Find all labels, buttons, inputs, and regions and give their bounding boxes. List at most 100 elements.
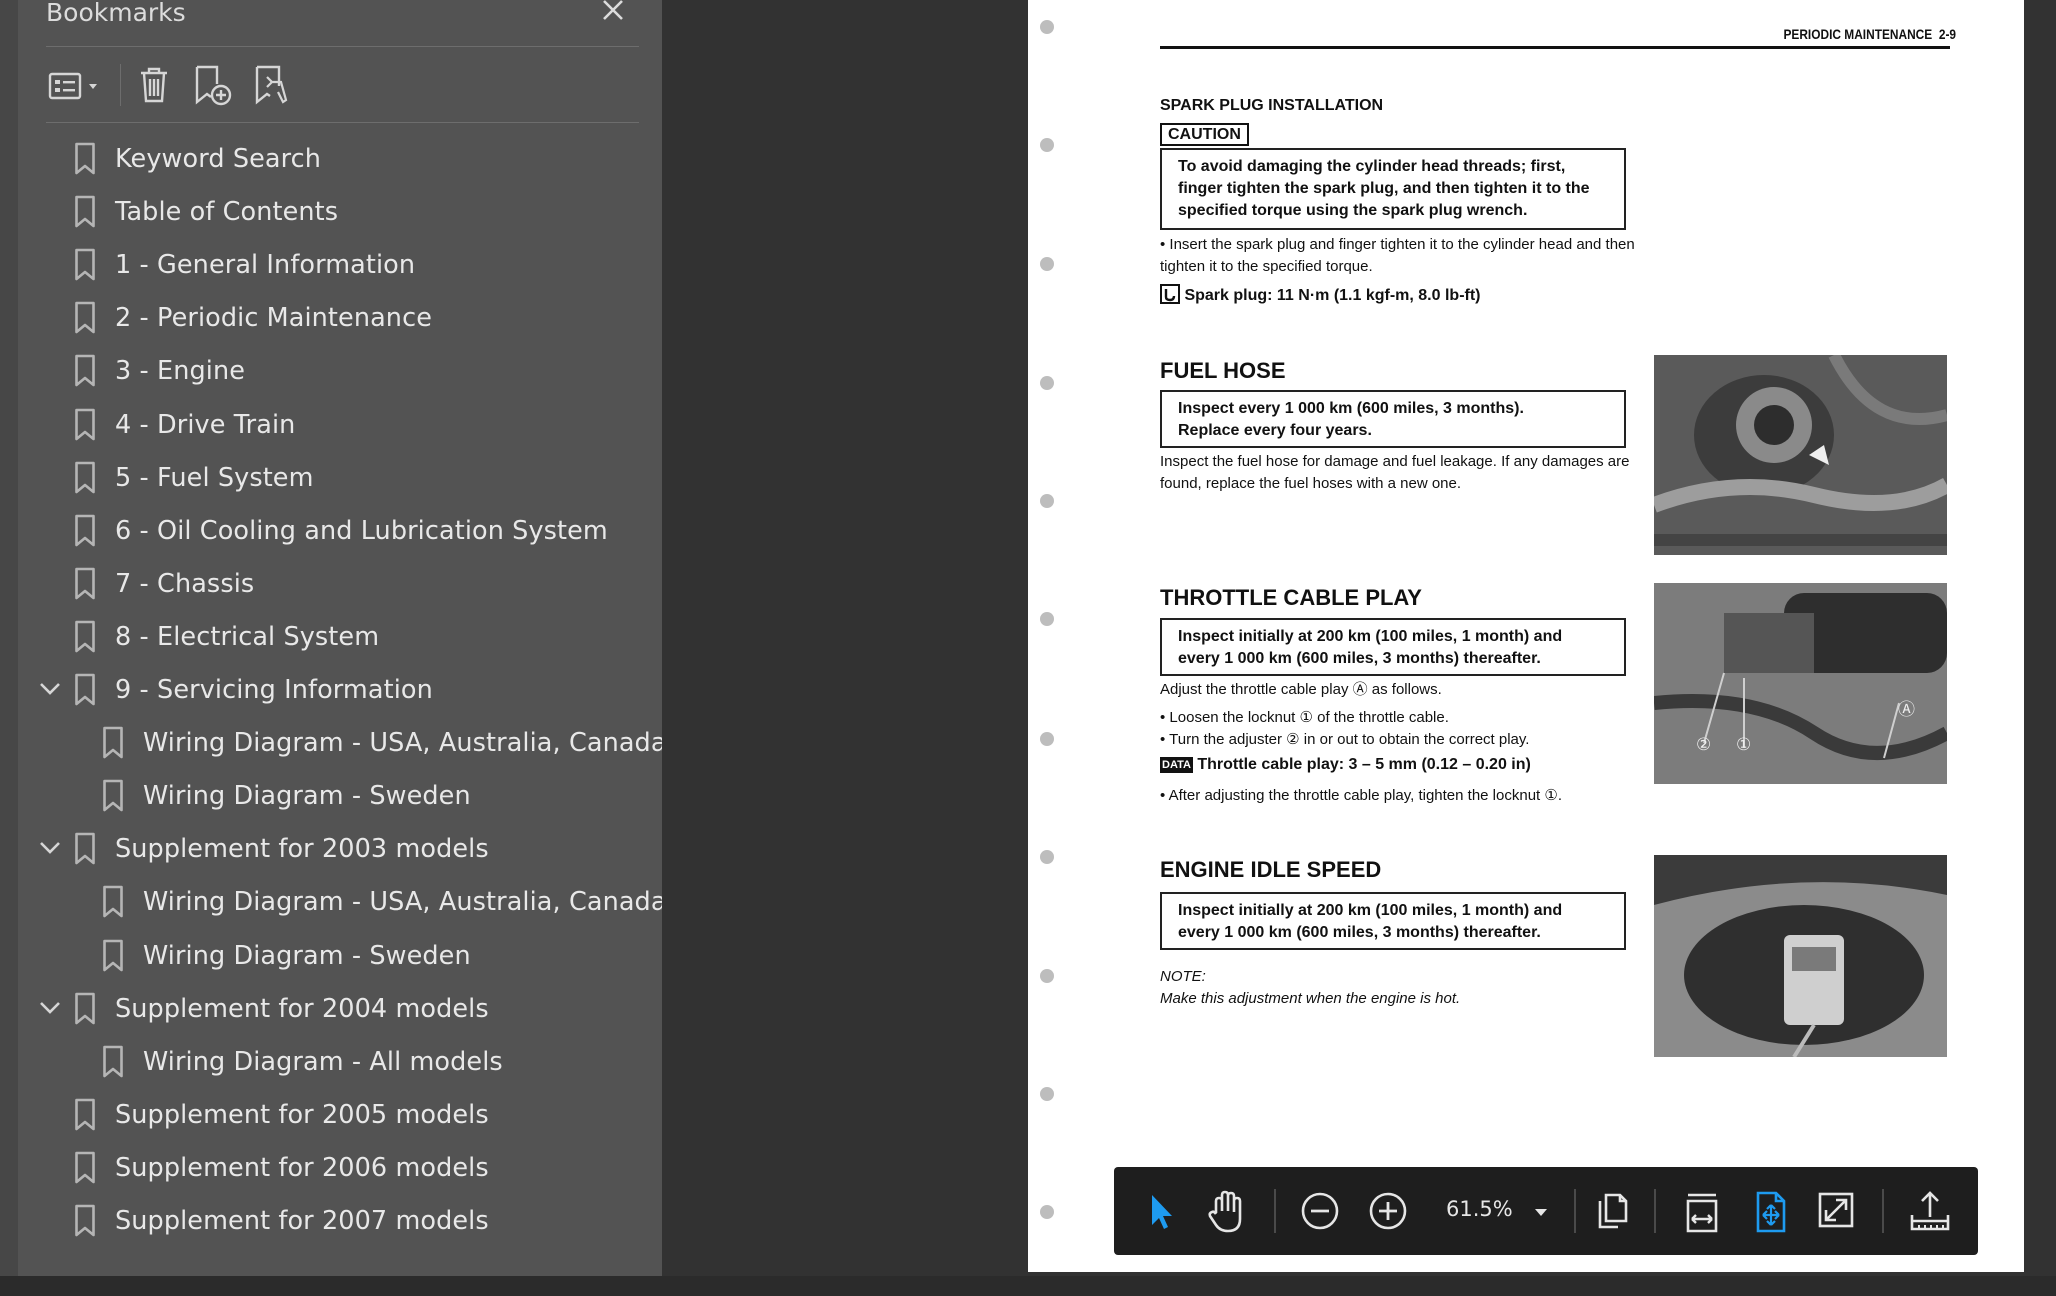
throttle-bullet1: • Loosen the locknut ① of the throttle c…: [1160, 709, 1449, 726]
bookmark-label: 5 - Fuel System: [115, 462, 314, 493]
find-bookmark-button[interactable]: [250, 62, 294, 106]
binder-hole: [1040, 138, 1054, 152]
section-title-idle: ENGINE IDLE SPEED: [1160, 857, 1382, 882]
binder-hole: [1040, 612, 1054, 626]
bookmark-child-item[interactable]: Wiring Diagram - All models: [0, 1037, 640, 1087]
idle-inspect-box: Inspect initially at 200 km (100 miles, …: [1160, 892, 1626, 950]
binder-hole: [1040, 732, 1054, 746]
bookmark-item[interactable]: 7 - Chassis: [0, 559, 640, 609]
bookmark-icon: [74, 301, 96, 335]
zoom-out-icon: [1301, 1192, 1339, 1230]
throttle-spec: DATA Throttle cable play: 3 – 5 mm (0.12…: [1160, 756, 1531, 774]
binder-hole: [1040, 376, 1054, 390]
bookmark-icon: [102, 726, 124, 760]
options-button[interactable]: [46, 62, 106, 106]
share-button[interactable]: [1906, 1185, 1954, 1237]
fuel-text: Inspect the fuel hose for damage and fue…: [1160, 453, 1630, 492]
bookmark-item[interactable]: Supplement for 2006 models: [0, 1143, 640, 1193]
toolbar-separator: [1882, 1189, 1884, 1233]
bookmark-icon: [102, 779, 124, 813]
chevron-down-icon[interactable]: [38, 679, 62, 697]
chevron-down-icon: [1535, 1209, 1547, 1216]
select-arrow-icon: [1152, 1195, 1172, 1229]
binder-hole: [1040, 1205, 1054, 1219]
bookmark-child-item[interactable]: Wiring Diagram - Sweden: [0, 771, 640, 821]
photo-label-1: ①: [1736, 735, 1752, 754]
bookmark-label: 7 - Chassis: [115, 568, 255, 599]
bookmark-child-item[interactable]: Wiring Diagram - USA, Australia, Canada: [0, 718, 666, 768]
panel-title: Bookmarks: [46, 0, 186, 27]
bookmark-icon: [74, 1151, 96, 1185]
throttle-intro: Adjust the throttle cable play Ⓐ as foll…: [1160, 681, 1442, 698]
bookmark-label: 4 - Drive Train: [115, 409, 296, 440]
add-bookmark-button[interactable]: [190, 62, 234, 106]
bookmark-icon: [74, 354, 96, 388]
bookmark-item[interactable]: 9 - Servicing Information: [0, 665, 640, 715]
bookmark-item[interactable]: Supplement for 2005 models: [0, 1090, 640, 1140]
bookmark-icon: [74, 992, 96, 1026]
bookmark-item[interactable]: 3 - Engine: [0, 346, 640, 396]
bookmark-item[interactable]: 1 - General Information: [0, 240, 640, 290]
bookmark-label: Supplement for 2005 models: [115, 1099, 489, 1130]
bookmark-item[interactable]: 8 - Electrical System: [0, 612, 640, 662]
toolbar-separator: [1574, 1189, 1576, 1233]
select-tool-button[interactable]: [1140, 1185, 1180, 1237]
bookmark-icon: [102, 1045, 124, 1079]
bookmark-item[interactable]: 2 - Periodic Maintenance: [0, 293, 640, 343]
chevron-down-icon[interactable]: [38, 998, 62, 1016]
bookmark-icon: [74, 832, 96, 866]
zoom-dropdown-button[interactable]: [1526, 1185, 1556, 1237]
photo-label-a: Ⓐ: [1898, 700, 1915, 719]
page-display-icon: [1598, 1193, 1628, 1229]
bookmark-item[interactable]: Supplement for 2003 models: [0, 824, 640, 874]
bookmark-icon: [74, 142, 96, 176]
document-page: PERIODIC MAINTENANCE 2-9 SPARK PLUG INST…: [1028, 0, 2024, 1272]
bookmark-item[interactable]: Supplement for 2007 models: [0, 1196, 640, 1246]
throttle-bullet2-text: Turn the adjuster ② in or out to obtain …: [1169, 731, 1530, 748]
binder-hole: [1040, 1087, 1054, 1101]
chevron-down-icon[interactable]: [38, 838, 62, 856]
photo-label-2: ②: [1696, 735, 1712, 754]
bookmark-icon: [74, 620, 96, 654]
header-rule: [1160, 46, 1950, 49]
caution-box: To avoid damaging the cylinder head thre…: [1160, 148, 1626, 230]
bookmark-label: Supplement for 2006 models: [115, 1152, 489, 1183]
fit-width-button[interactable]: [1680, 1185, 1724, 1237]
fit-page-button[interactable]: [1748, 1185, 1792, 1237]
bookmark-label: Supplement for 2004 models: [115, 993, 489, 1024]
bookmark-item[interactable]: 4 - Drive Train: [0, 400, 640, 450]
find-bookmark-icon: [255, 65, 288, 105]
zoom-in-button[interactable]: [1366, 1185, 1410, 1237]
bookmark-item[interactable]: Keyword Search: [0, 134, 640, 184]
floating-toolbar: 61.5%: [1114, 1167, 1978, 1255]
fullscreen-button[interactable]: [1814, 1185, 1858, 1237]
page-display-button[interactable]: [1590, 1185, 1634, 1237]
bookmark-label: 1 - General Information: [115, 250, 416, 281]
bookmark-item[interactable]: Table of Contents: [0, 187, 640, 237]
zoom-value[interactable]: 61.5%: [1446, 1197, 1513, 1221]
throttle-bullet3-text: After adjusting the throttle cable play,…: [1168, 787, 1562, 804]
caution-label: CAUTION: [1160, 123, 1249, 146]
bookmark-label: Wiring Diagram - USA, Australia, Canada: [143, 887, 667, 918]
bookmark-child-item[interactable]: Wiring Diagram - USA, Australia, Canada: [0, 877, 666, 927]
spark-spec: Spark plug: 11 N·m (1.1 kgf-m, 8.0 lb-ft…: [1160, 284, 1481, 305]
bookmark-item[interactable]: 6 - Oil Cooling and Lubrication System: [0, 506, 640, 556]
bookmarks-panel: Bookmarks Keyword Search Table of Conten…: [0, 0, 683, 1276]
bookmark-icon: [74, 408, 96, 442]
bookmark-item[interactable]: Supplement for 2004 models: [0, 984, 640, 1034]
bookmark-icon: [74, 514, 96, 548]
bookmark-label: 3 - Engine: [115, 356, 246, 387]
close-panel-button[interactable]: [596, 0, 630, 30]
bookmark-label: Wiring Diagram - All models: [143, 1046, 503, 1077]
zoom-in-icon: [1369, 1192, 1407, 1230]
section-title-fuel: FUEL HOSE: [1160, 358, 1286, 383]
bookmark-icon: [102, 939, 124, 973]
status-bar: [0, 1276, 2056, 1296]
fit-width-icon: [1686, 1193, 1718, 1233]
bookmark-child-item[interactable]: Wiring Diagram - Sweden: [0, 931, 640, 981]
zoom-out-button[interactable]: [1298, 1185, 1342, 1237]
hand-tool-button[interactable]: [1204, 1185, 1250, 1237]
binder-hole: [1040, 850, 1054, 864]
bookmark-item[interactable]: 5 - Fuel System: [0, 453, 640, 503]
delete-bookmark-button[interactable]: [132, 62, 176, 106]
